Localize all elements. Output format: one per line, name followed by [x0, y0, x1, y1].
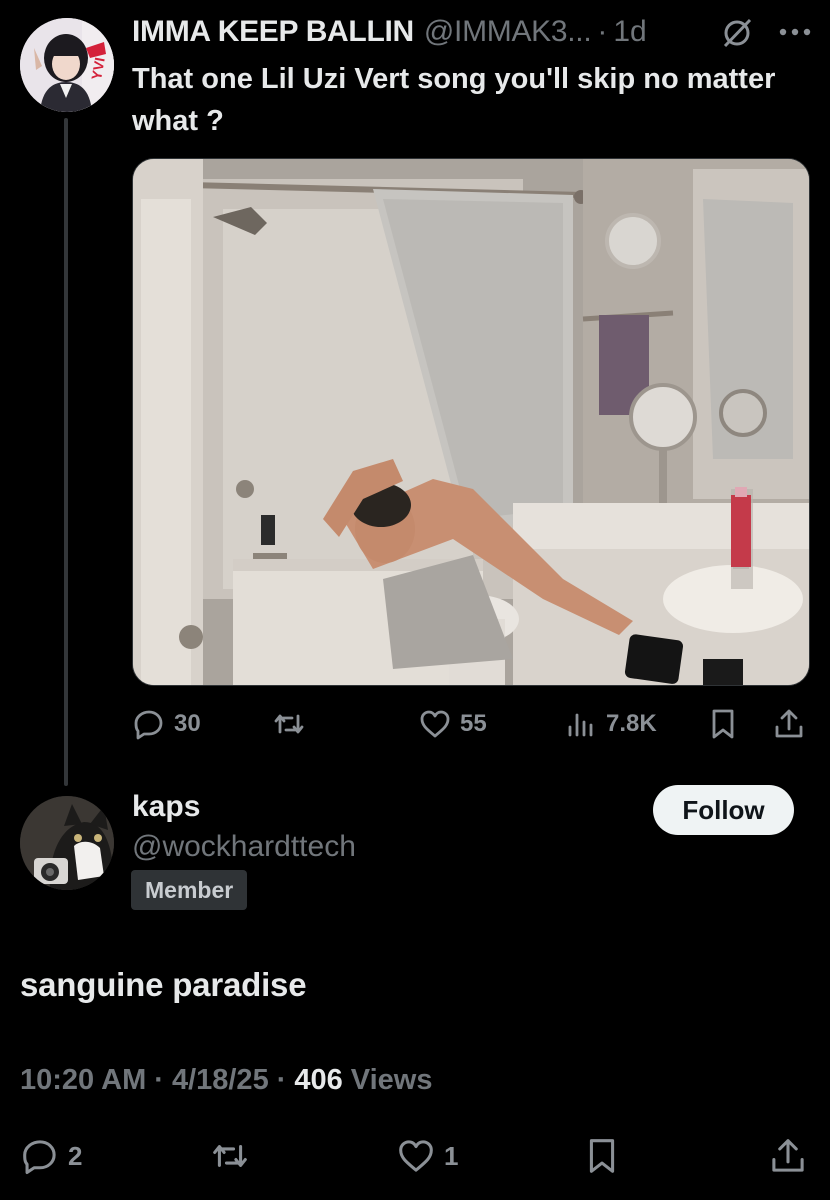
tweet-thread-view: YVI IMMA KEEP BALLIN @IMMAK3... · 1d Tha…: [0, 0, 830, 1200]
grok-icon[interactable]: [720, 16, 754, 50]
avatar[interactable]: YVI: [20, 18, 114, 112]
meta-separator: ·: [276, 1064, 287, 1096]
views-button[interactable]: 7.8K: [564, 702, 657, 746]
bookmark-icon: [712, 709, 734, 739]
like-icon: [420, 710, 450, 738]
share-icon: [775, 709, 803, 738]
follow-button[interactable]: Follow: [653, 785, 794, 835]
bookmark-button[interactable]: [706, 702, 740, 746]
reply-metadata: 10:20 AM · 4/18/25 · 406 Views: [20, 1064, 432, 1097]
like-count: 55: [460, 710, 487, 737]
reply-icon: [134, 710, 163, 740]
share-button[interactable]: [768, 1134, 808, 1178]
avatar-image: YVI: [20, 18, 114, 112]
reply-button[interactable]: 30: [132, 702, 201, 746]
share-button[interactable]: [772, 702, 806, 746]
reply-date[interactable]: 4/18/25: [172, 1064, 269, 1097]
cat-avatar-image: [20, 796, 114, 890]
retweet-button[interactable]: [210, 1134, 250, 1178]
retweet-button[interactable]: [272, 702, 306, 746]
more-icon[interactable]: [772, 12, 818, 52]
reply-author-name[interactable]: kaps: [132, 790, 200, 824]
reply-text: sanguine paradise: [20, 966, 307, 1003]
share-icon: [772, 1139, 804, 1172]
reply-views-count: 406: [294, 1064, 343, 1096]
reply-button[interactable]: 2: [20, 1134, 82, 1178]
member-badge: Member: [131, 870, 248, 910]
like-button[interactable]: 1: [396, 1134, 458, 1178]
retweet-icon: [213, 1145, 247, 1167]
thread-connector-line: [64, 118, 68, 786]
tweet-media-image[interactable]: [132, 158, 810, 686]
reply-views-label[interactable]: Views: [351, 1064, 433, 1097]
header-separator: ·: [597, 15, 608, 48]
tweet-header: IMMA KEEP BALLIN @IMMAK3... · 1d: [132, 12, 822, 52]
like-icon: [399, 1140, 433, 1172]
tweet-text: That one Lil Uzi Vert song you'll skip n…: [132, 63, 776, 137]
reply-action-bar: 2 1: [0, 1134, 830, 1182]
reply-icon: [23, 1140, 56, 1174]
tweet-timestamp[interactable]: 1d: [613, 15, 646, 49]
reply-author-handle[interactable]: @wockhardttech: [132, 830, 356, 864]
like-button[interactable]: 55: [418, 702, 487, 746]
views-count: 7.8K: [606, 710, 657, 737]
reply-count: 30: [174, 710, 201, 737]
reply-time[interactable]: 10:20 AM: [20, 1064, 146, 1097]
tweet-action-bar: 30 55 7.8K: [132, 702, 812, 746]
avatar[interactable]: [20, 796, 114, 890]
reply-count: 2: [68, 1140, 83, 1171]
bathroom-photo: [133, 159, 809, 685]
bookmark-button[interactable]: [582, 1134, 622, 1178]
author-name[interactable]: IMMA KEEP BALLIN: [132, 15, 414, 49]
meta-separator: ·: [154, 1064, 164, 1096]
views-icon: [568, 713, 593, 737]
author-handle[interactable]: @IMMAK3...: [424, 15, 592, 49]
bookmark-icon: [589, 1139, 615, 1173]
like-count: 1: [444, 1140, 459, 1171]
retweet-icon: [274, 714, 304, 734]
